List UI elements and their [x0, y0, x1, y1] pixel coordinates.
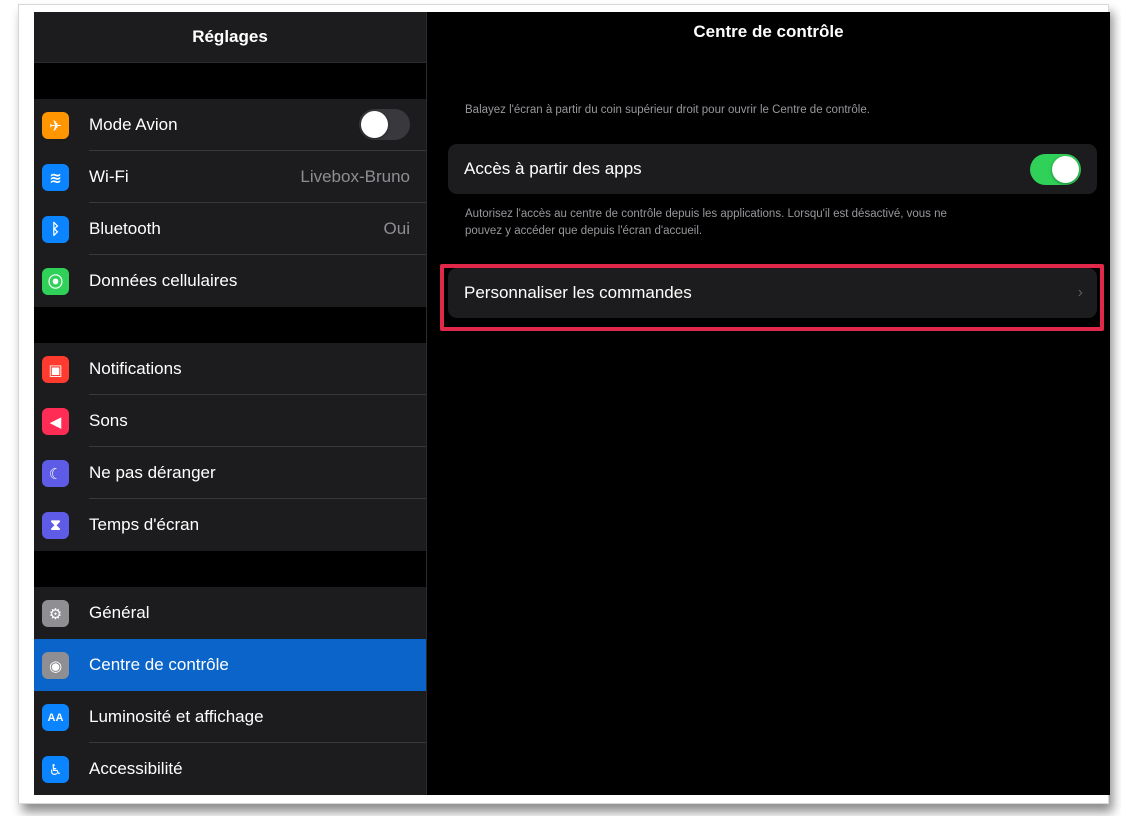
detail-pane: Centre de contrôle Balayez l'écran à par…: [427, 12, 1110, 795]
access-footer-line-2: pouvez y accéder que depuis l'écran d'ac…: [465, 225, 703, 237]
settings-sidebar: Réglages ✈ Mode Avion ≋ Wi-Fi Livebox-Bruno ᛒ…: [34, 12, 426, 795]
sidebar-groups: ✈ Mode Avion ≋ Wi-Fi Livebox-Bruno ᛒ Bluetooth…: [34, 99, 426, 795]
airplane-icon: ✈: [42, 112, 69, 139]
sidebar-item-control-center[interactable]: ◉ Centre de contrôle: [34, 639, 426, 691]
airplane-mode-toggle[interactable]: [359, 109, 410, 140]
bluetooth-icon: ᛒ: [42, 216, 69, 243]
sidebar-item-label: Centre de contrôle: [89, 655, 229, 674]
wifi-icon: ≋: [42, 164, 69, 191]
sidebar-item-label: Wi-Fi: [89, 167, 129, 186]
accessibility-icon: ♿: [42, 756, 69, 783]
sidebar-item-moon[interactable]: ☾ Ne pas déranger: [34, 447, 426, 499]
settings-group: ▣ Notifications ◀ Sons ☾ Ne pas déranger ⧗ Temp…: [34, 343, 426, 551]
access-from-apps-label: Accès à partir des apps: [464, 159, 642, 178]
top-hint: Balayez l'écran à partir du coin supérie…: [465, 104, 870, 116]
control-center-icon: ◉: [42, 652, 69, 679]
hourglass-icon: ⧗: [42, 512, 69, 539]
cellular-icon: ⦿: [42, 268, 69, 295]
sidebar-item-value: Oui: [383, 219, 410, 238]
sidebar-item-airplane[interactable]: ✈ Mode Avion: [34, 99, 426, 151]
sidebar-item-label: Notifications: [89, 359, 182, 378]
notifications-icon: ▣: [42, 356, 69, 383]
sidebar-title: Réglages: [34, 12, 426, 63]
sidebar-item-notifications[interactable]: ▣ Notifications: [34, 343, 426, 395]
sidebar-item-cellular[interactable]: ⦿ Données cellulaires: [34, 255, 426, 307]
detail-title: Centre de contrôle: [693, 22, 844, 41]
access-footer-line-1: Autorisez l'accès au centre de contrôle …: [465, 208, 947, 220]
settings-group: ✈ Mode Avion ≋ Wi-Fi Livebox-Bruno ᛒ Bluetooth…: [34, 99, 426, 307]
sidebar-item-label: Données cellulaires: [89, 271, 238, 290]
settings-group: ⚙ Général ◉ Centre de contrôle AA Luminosité …: [34, 587, 426, 795]
access-from-apps-row[interactable]: Accès à partir des apps: [448, 144, 1097, 194]
sidebar-item-label: Général: [89, 603, 150, 622]
sidebar-item-sound[interactable]: ◀ Sons: [34, 395, 426, 447]
toggle-knob: [361, 111, 388, 138]
access-footer: Autorisez l'accès au centre de contrôle …: [465, 206, 947, 240]
display-icon: AA: [42, 704, 69, 731]
moon-icon: ☾: [42, 460, 69, 487]
sidebar-item-value: Livebox-Bruno: [300, 167, 410, 186]
group-spacer: [34, 63, 426, 99]
group-spacer: [34, 551, 426, 587]
sidebar-item-label: Ne pas déranger: [89, 463, 216, 482]
sidebar-item-gear[interactable]: ⚙ Général: [34, 587, 426, 639]
group-spacer: [34, 307, 426, 343]
sidebar-item-label: Temps d'écran: [89, 515, 200, 534]
ipad-screen: Réglages ✈ Mode Avion ≋ Wi-Fi Livebox-Bruno ᛒ…: [34, 12, 1110, 795]
sidebar-item-accessibility[interactable]: ♿ Accessibilité: [34, 743, 426, 795]
sidebar-item-bluetooth[interactable]: ᛒ Bluetooth Oui: [34, 203, 426, 255]
access-from-apps-toggle[interactable]: [1030, 154, 1081, 185]
gear-icon: ⚙: [42, 600, 69, 627]
toggle-knob: [1052, 156, 1079, 183]
sidebar-item-label: Mode Avion: [89, 115, 178, 134]
sidebar-item-label: Accessibilité: [89, 759, 183, 778]
highlight-box: [440, 264, 1104, 331]
sidebar-item-label: Bluetooth: [89, 219, 161, 238]
sidebar-item-display[interactable]: AA Luminosité et affichage: [34, 691, 426, 743]
sidebar-item-wifi[interactable]: ≋ Wi-Fi Livebox-Bruno: [34, 151, 426, 203]
sound-icon: ◀: [42, 408, 69, 435]
sidebar-item-hourglass[interactable]: ⧗ Temps d'écran: [34, 499, 426, 551]
sidebar-item-label: Sons: [89, 411, 128, 430]
sidebar-item-label: Luminosité et affichage: [89, 707, 264, 726]
